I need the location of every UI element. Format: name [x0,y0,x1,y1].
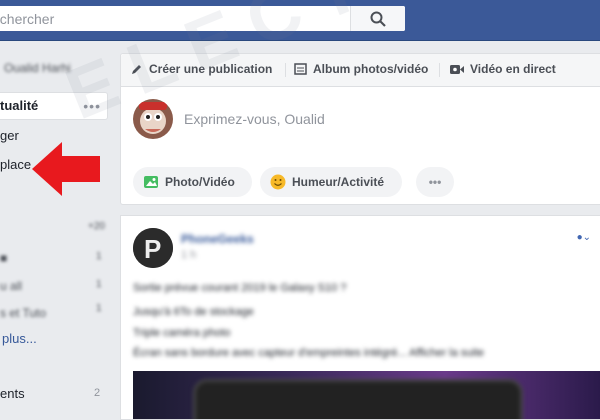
see-more-link[interactable]: plus... [2,331,37,346]
sidebar-item-label: tualité [0,98,39,113]
live-video-icon [450,64,464,74]
search-input[interactable] [0,6,350,31]
more-icon: ••• [428,175,442,189]
album-icon [294,63,307,75]
left-sidebar: Oualid Harhi tualité ••• ger place +20 ■… [0,41,110,418]
tab-create-post[interactable]: Créer une publication [131,62,272,76]
composer-input[interactable]: Exprimez-vous, Oualid [184,111,325,127]
mood-activity-button[interactable]: Humeur/Activité [260,167,402,197]
more-options-button[interactable]: ••• [416,167,454,197]
tab-label: Vidéo en direct [470,62,556,76]
smiley-icon [270,174,286,190]
tab-photo-album[interactable]: Album photos/vidéo [294,62,428,76]
pencil-icon [132,65,141,74]
feed-post: P PhoneGeeks 1 h Sortie prévue courant 2… [120,215,600,420]
sidebar-count: 1 [96,279,102,290]
tab-divider [285,63,286,77]
search-icon [370,11,386,27]
svg-text:P: P [144,234,161,264]
avatar[interactable] [133,99,173,139]
sidebar-item-blurred[interactable]: ■ [0,251,7,265]
post-text-line: Écran sans bordure avec capteur d'emprei… [133,347,485,359]
sidebar-item-events[interactable]: ents [0,386,25,401]
top-navbar [0,0,600,41]
post-image[interactable] [133,371,600,419]
tab-divider [439,63,440,77]
phone-image [193,379,523,419]
post-text-line: Triple caméra photo [133,327,231,339]
search-button[interactable] [350,6,405,31]
photo-icon [144,176,158,188]
sidebar-profile-name[interactable]: Oualid Harhi [4,61,71,75]
sidebar-count: 1 [96,251,102,262]
sidebar-item-blurred[interactable]: u all [0,279,22,293]
post-timestamp[interactable]: 1 h [181,249,196,261]
sidebar-item-messenger[interactable]: ger [0,128,19,143]
sidebar-item-marketplace[interactable]: place [0,157,31,172]
button-label: Photo/Vidéo [165,175,235,189]
post-options-icon[interactable]: ●⌄ [577,232,591,243]
red-arrow-icon [32,142,100,196]
sidebar-item-tutos[interactable]: s et Tuto [0,306,46,320]
post-composer: Créer une publication Album photos/vidéo… [120,53,600,205]
sidebar-item-news-feed[interactable]: tualité ••• [0,92,108,120]
search-bar [0,6,405,31]
post-author[interactable]: PhoneGeeks [181,232,254,246]
photo-video-button[interactable]: Photo/Vidéo [133,167,252,197]
avatar[interactable]: P [133,228,173,268]
more-options-icon[interactable]: ••• [83,98,101,114]
button-label: Humeur/Activité [292,175,385,189]
tab-label: Créer une publication [149,62,273,76]
sidebar-count: 2 [94,387,101,399]
sidebar-count: +20 [88,221,105,232]
post-text-line: Jusqu'à 6To de stockage [133,306,254,318]
tab-live-video[interactable]: Vidéo en direct [450,62,556,76]
sidebar-count: 1 [96,303,102,314]
composer-tabs: Créer une publication Album photos/vidéo… [121,54,600,87]
post-text-line: Sortie prévue courant 2019 le Galaxy S10… [133,282,347,294]
tab-label: Album photos/vidéo [313,62,429,76]
